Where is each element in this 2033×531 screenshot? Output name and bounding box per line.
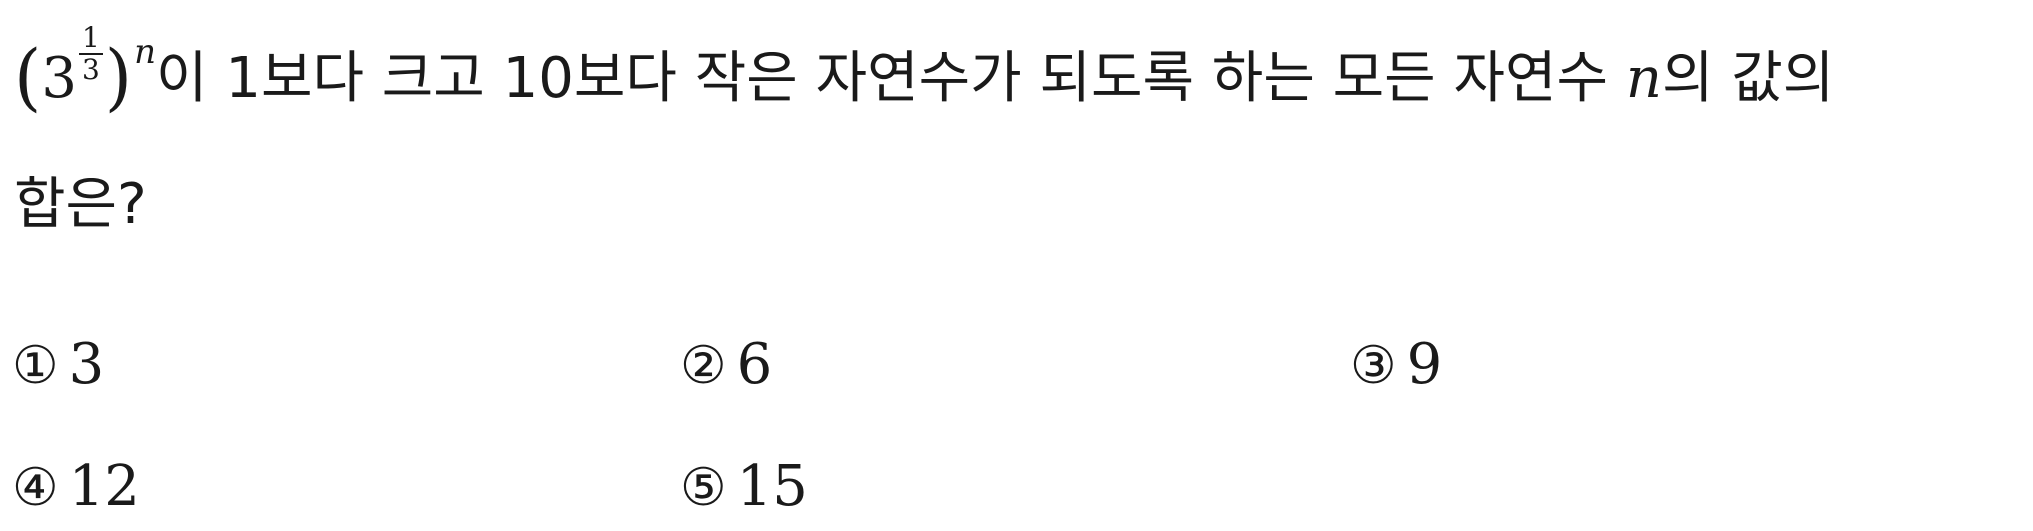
power-expression: (3 1 3)n: [14, 12, 156, 119]
question-line-2: 합은?: [14, 165, 147, 245]
question-text-part2: 의 값의: [1661, 46, 1835, 111]
choice-5-value: 15: [736, 454, 808, 519]
choice-4-value: 12: [68, 454, 140, 519]
choice-1[interactable]: ①3: [12, 330, 104, 400]
left-parenthesis: (: [14, 33, 42, 121]
choice-2-value: 6: [736, 332, 773, 397]
expression-base: 3: [41, 46, 77, 111]
problem-document: (3 1 3)n 이 1보다 크고 10보다 작은 자연수가 되도록 하는 모든 자…: [0, 0, 2033, 531]
choice-3[interactable]: ③9: [1350, 330, 1442, 400]
choice-4[interactable]: ④ 12: [12, 452, 140, 522]
choice-5-marker: ⑤: [680, 458, 727, 518]
question-line-1: (3 1 3)n 이 1보다 크고 10보다 작은 자연수가 되도록 하는 모든 자…: [14, 12, 1834, 119]
question-variable: n: [1625, 46, 1662, 111]
choice-4-marker: ④: [12, 458, 59, 518]
choice-3-marker: ③: [1350, 336, 1397, 396]
choice-5[interactable]: ⑤ 15: [680, 452, 808, 522]
choice-2-marker: ②: [680, 336, 727, 396]
choice-1-marker: ①: [12, 336, 59, 396]
choice-1-value: 3: [68, 332, 105, 397]
fraction-numerator: 1: [81, 21, 100, 54]
choice-3-value: 9: [1406, 332, 1443, 397]
question-text-line2: 합은?: [14, 172, 147, 237]
right-parenthesis: ): [104, 33, 133, 121]
fraction-exponent: 13: [78, 21, 103, 86]
outer-exponent: n: [134, 32, 156, 72]
choice-2[interactable]: ②6: [680, 330, 772, 400]
fraction-denominator: 3: [81, 53, 100, 86]
question-text-part1: 이 1보다 크고 10보다 작은 자연수가 되도록 하는 모든 자연수: [156, 46, 1626, 111]
